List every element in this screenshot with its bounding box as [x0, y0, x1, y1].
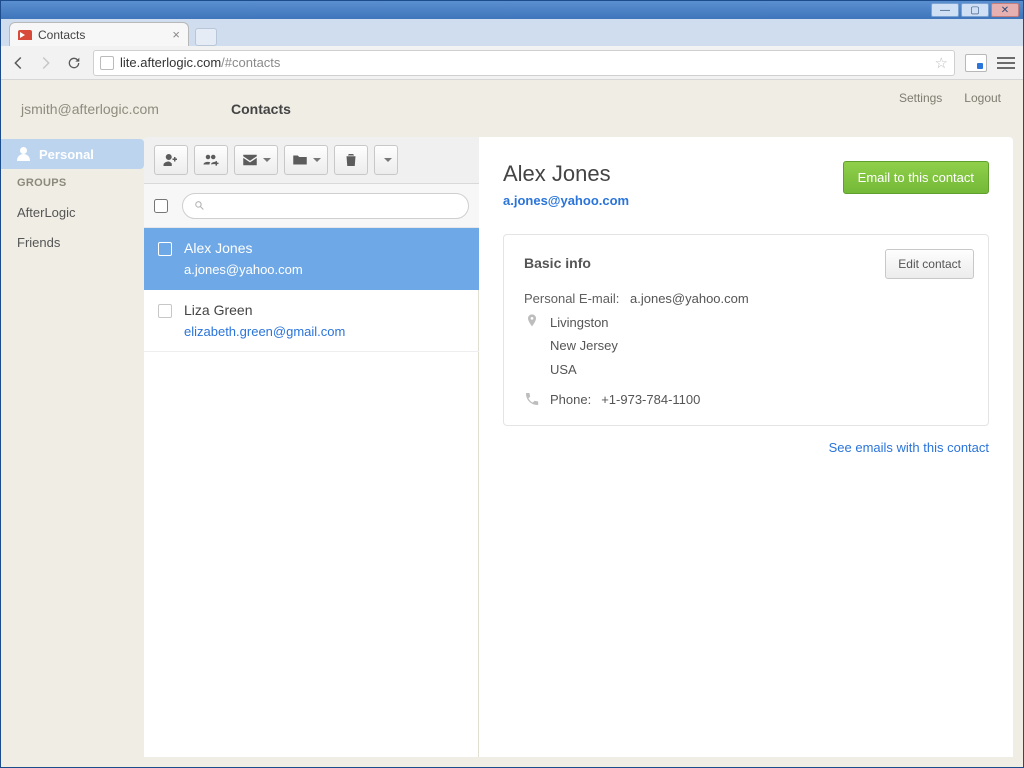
sidebar-item-personal[interactable]: Personal [1, 139, 144, 169]
url-host: lite.afterlogic.com [120, 55, 221, 70]
row-checkbox[interactable] [158, 242, 172, 256]
edit-contact-button[interactable]: Edit contact [885, 249, 974, 279]
add-group-button[interactable] [194, 145, 228, 175]
logout-link[interactable]: Logout [964, 91, 1001, 105]
delete-button[interactable] [334, 145, 368, 175]
phone-value: +1-973-784-1100 [601, 392, 700, 407]
location-country: USA [550, 360, 618, 380]
window-titlebar: — ▢ ✕ [1, 1, 1023, 19]
personal-email-row: Personal E-mail: a.jones@yahoo.com [524, 289, 968, 309]
contact-row[interactable]: Alex Jones a.jones@yahoo.com [144, 228, 479, 290]
forward-button[interactable] [37, 54, 55, 72]
current-user-email: jsmith@afterlogic.com [21, 101, 231, 117]
contact-row[interactable]: Liza Green elizabeth.green@gmail.com [144, 290, 479, 352]
address-bar[interactable]: lite.afterlogic.com/#contacts ☆ [93, 50, 955, 76]
person-icon [17, 147, 31, 161]
sidebar-groups-heading: GROUPS [1, 169, 144, 197]
page-icon [100, 56, 114, 70]
page-title: Contacts [231, 101, 291, 117]
phone-block: Phone: +1-973-784-1100 [524, 391, 968, 407]
email-contact-button[interactable]: Email to this contact [843, 161, 989, 194]
location-icon [524, 313, 540, 329]
chevron-down-icon [313, 158, 321, 162]
search-input[interactable] [182, 193, 469, 219]
send-mail-button[interactable] [234, 145, 278, 175]
back-button[interactable] [9, 54, 27, 72]
main-columns: Personal GROUPS AfterLogic Friends [1, 137, 1023, 767]
personal-email-label: Personal E-mail: [524, 289, 620, 309]
settings-link[interactable]: Settings [899, 91, 942, 105]
contact-detail-column: Alex Jones a.jones@yahoo.com Email to th… [479, 137, 1013, 757]
contact-email: a.jones@yahoo.com [184, 262, 303, 277]
detail-name: Alex Jones [503, 161, 843, 187]
new-tab-button[interactable] [195, 28, 217, 46]
chevron-down-icon [384, 158, 392, 162]
url-path: /#contacts [221, 55, 280, 70]
browser-toolbar: lite.afterlogic.com/#contacts ☆ [1, 46, 1023, 80]
contact-list-column: Alex Jones a.jones@yahoo.com Liza Green … [144, 137, 479, 757]
contact-name: Alex Jones [184, 240, 303, 256]
folder-button[interactable] [284, 145, 328, 175]
search-row [144, 184, 479, 228]
sidebar: Personal GROUPS AfterLogic Friends [1, 137, 144, 757]
window-minimize-button[interactable]: — [931, 3, 959, 17]
location-city: Livingston [550, 313, 618, 333]
row-checkbox[interactable] [158, 304, 172, 318]
sidebar-item-label: AfterLogic [17, 205, 76, 220]
sidebar-item-label: Friends [17, 235, 60, 250]
sidebar-item-group[interactable]: Friends [1, 227, 144, 257]
browser-tab-title: Contacts [38, 28, 85, 42]
detail-email[interactable]: a.jones@yahoo.com [503, 193, 843, 208]
location-block: Livingston New Jersey USA [524, 313, 968, 380]
top-links: Settings Logout [899, 91, 1001, 105]
location-state: New Jersey [550, 336, 618, 356]
browser-tabstrip: Contacts × [1, 19, 1023, 46]
personal-email-value: a.jones@yahoo.com [630, 289, 749, 309]
window-maximize-button[interactable]: ▢ [961, 3, 989, 17]
add-contact-button[interactable] [154, 145, 188, 175]
search-icon [193, 199, 206, 212]
contact-toolbar [144, 137, 479, 184]
app-area: Settings Logout jsmith@afterlogic.com Co… [1, 80, 1023, 767]
detail-header: Alex Jones a.jones@yahoo.com Email to th… [503, 161, 989, 208]
select-all-checkbox[interactable] [154, 199, 168, 213]
browser-menu-button[interactable] [997, 57, 1015, 69]
window-close-button[interactable]: ✕ [991, 3, 1019, 17]
contact-list: Alex Jones a.jones@yahoo.com Liza Green … [144, 228, 479, 757]
sidebar-item-label: Personal [39, 147, 94, 162]
extension-icon[interactable] [965, 54, 987, 72]
see-emails-link[interactable]: See emails with this contact [503, 440, 989, 455]
reload-button[interactable] [65, 54, 83, 72]
sidebar-item-group[interactable]: AfterLogic [1, 197, 144, 227]
basic-info-card: Basic info Edit contact Personal E-mail:… [503, 234, 989, 426]
phone-icon [524, 391, 540, 407]
bookmark-star-icon[interactable]: ☆ [935, 54, 948, 72]
phone-label: Phone: [550, 392, 591, 407]
more-button[interactable] [374, 145, 398, 175]
browser-window: — ▢ ✕ Contacts × lite.afterlogic.com/#co… [0, 0, 1024, 768]
search-field[interactable] [212, 198, 458, 213]
chevron-down-icon [263, 158, 271, 162]
app-header: jsmith@afterlogic.com Contacts [1, 80, 1023, 137]
contact-email: elizabeth.green@gmail.com [184, 324, 345, 339]
mail-icon [18, 30, 32, 40]
browser-tab[interactable]: Contacts × [9, 22, 189, 46]
contact-name: Liza Green [184, 302, 345, 318]
tab-close-icon[interactable]: × [172, 27, 180, 42]
